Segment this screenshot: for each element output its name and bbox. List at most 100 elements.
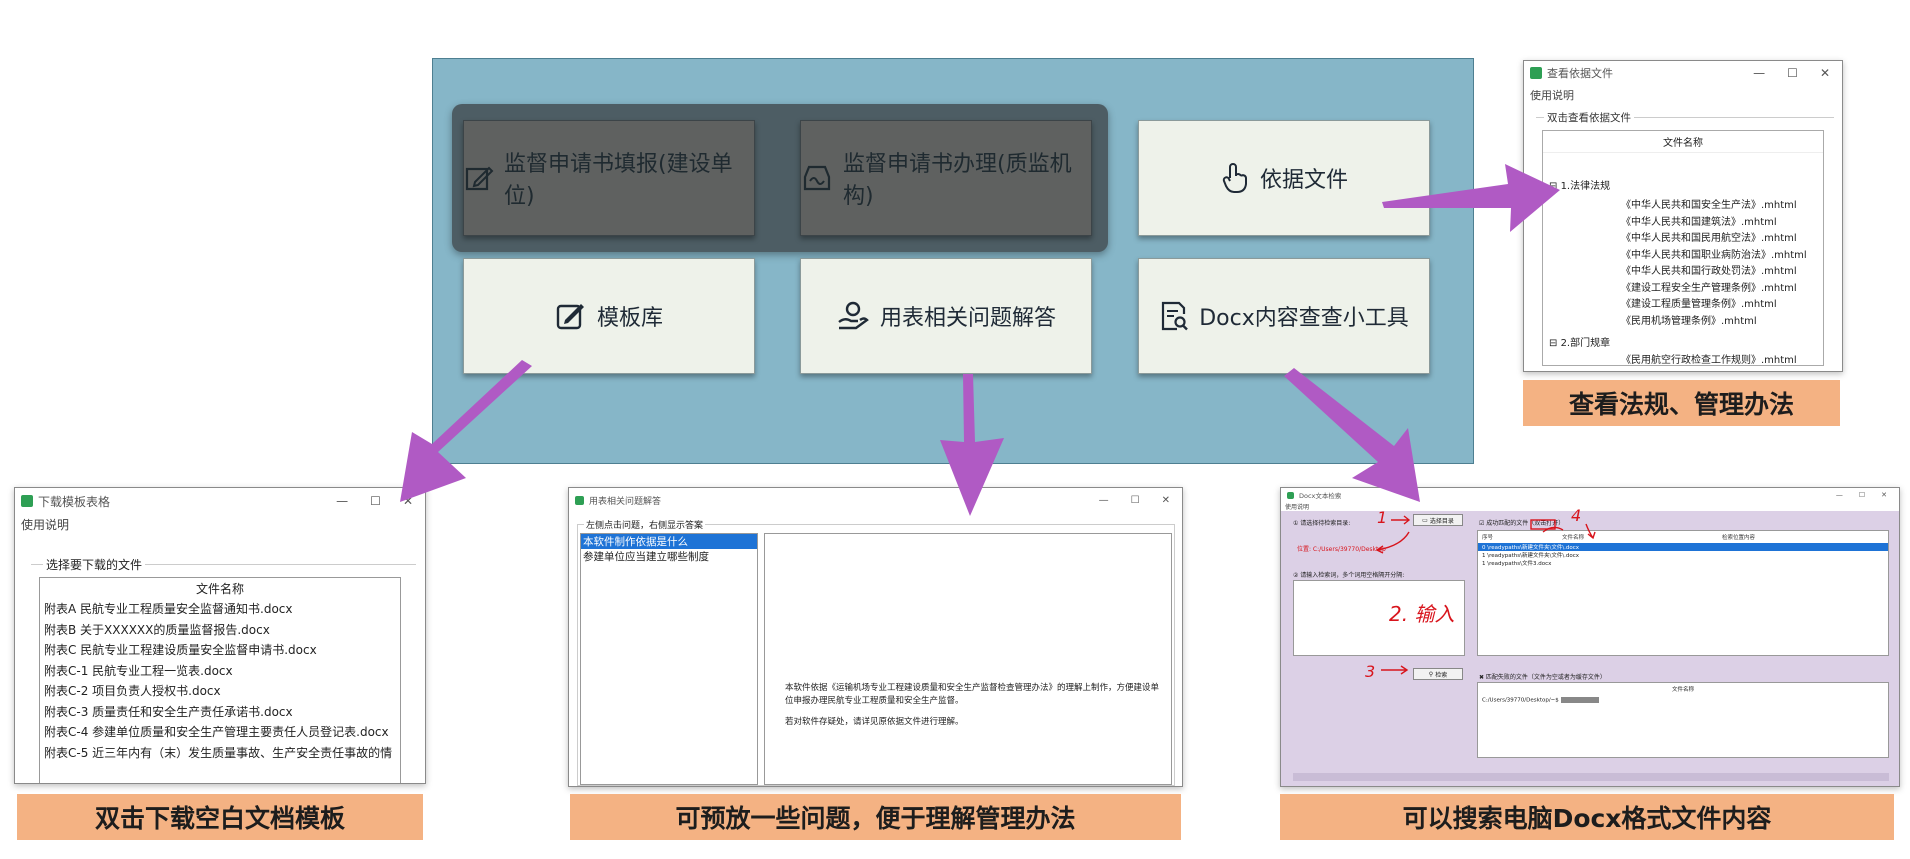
help-menu[interactable]: 使用说明	[1524, 85, 1842, 105]
redacted-block	[1560, 697, 1599, 703]
faq-group: 左侧点击问题，右侧显示答案 本软件制作依据是什么 参建单位应当建立哪些制度 本软…	[577, 518, 1175, 786]
annotation-step-4: 4	[1571, 506, 1582, 525]
template-file-item[interactable]: 附表C-3 质量责任和安全生产责任承诺书.docx	[44, 702, 400, 723]
keyword-label: ② 请输入检索词，多个词用空格隔开分隔:	[1293, 572, 1405, 579]
app-icon	[21, 495, 33, 507]
table-row[interactable]: C:/Users/39770/Desktop/~$	[1478, 695, 1888, 706]
faq-window: 用表相关问题解答 — ☐ ✕ 左侧点击问题，右侧显示答案 本软件制作依据是什么 参建…	[568, 487, 1183, 787]
unmatched-label: ✖ 匹配失败的文件（文件为空或者为缓存文件）	[1479, 674, 1606, 681]
apply-fill-label: 监督申请书填报(建设单位)	[504, 152, 733, 209]
basis-file-item[interactable]: 《民用航空行政检查工作规则》.mhtml	[1621, 353, 1823, 365]
maximize-icon[interactable]: ☐	[1787, 66, 1798, 80]
question-item[interactable]: 参建单位应当建立哪些制度	[581, 549, 757, 564]
basis-caption: 查看法规、管理办法	[1523, 380, 1840, 426]
template-items: 附表A 民航专业工程质量安全监督通知书.docx 附表B 关于XXXXXX的质量监…	[40, 599, 400, 763]
basis-group: 双击查看依据文件 文件名称 ⊟ 1.法律法规 《中华人民共和国安全生产法》.mh…	[1536, 110, 1834, 369]
template-group: 选择要下载的文件 文件名称 附表A 民航专业工程质量安全监督通知书.docx 附表…	[31, 556, 416, 783]
faq-button[interactable]: 用表相关问题解答	[800, 258, 1092, 374]
template-file-item[interactable]: 附表B 关于XXXXXX的质量监督报告.docx	[44, 620, 400, 641]
minimize-icon[interactable]: —	[1753, 66, 1765, 80]
faq-caption: 可预放一些问题，便于理解管理办法	[570, 794, 1181, 840]
close-icon[interactable]: ✕	[403, 494, 413, 508]
close-icon[interactable]: ✕	[1162, 495, 1170, 506]
maximize-icon[interactable]: ☐	[370, 494, 381, 508]
template-file-item[interactable]: 附表C-2 项目负责人授权书.docx	[44, 681, 400, 702]
folder-icon: ▭	[1422, 516, 1428, 524]
section-label: 2.部门规章	[1560, 338, 1611, 349]
answer-paragraph: 若对软件存疑处，请详见原依据文件进行理解。	[785, 717, 964, 727]
maximize-icon[interactable]: ☐	[1859, 491, 1865, 499]
basis-file-item[interactable]: 《中华人民共和国建筑法》.mhtml	[1621, 215, 1823, 232]
question-list[interactable]: 本软件制作依据是什么 参建单位应当建立哪些制度	[580, 533, 758, 785]
apply-fill-button[interactable]: 监督申请书填报(建设单位)	[463, 120, 755, 236]
basis-file-item[interactable]: 《建设工程质量管理条例》.mhtml	[1621, 297, 1823, 314]
template-file-item[interactable]: 附表C-1 民航专业工程一览表.docx	[44, 661, 400, 682]
question-item-selected[interactable]: 本软件制作依据是什么	[581, 534, 757, 549]
help-menu[interactable]: 使用说明	[15, 514, 425, 535]
minimize-icon[interactable]: —	[1099, 495, 1109, 506]
horizontal-scrollbar[interactable]	[1293, 773, 1889, 781]
window-title: 下载模板表格	[38, 494, 111, 509]
search-button[interactable]: ⚲ 检索	[1413, 668, 1463, 680]
annotation-step-3: 3	[1365, 662, 1376, 681]
table-row[interactable]: 1 \readypaths\文件3.docx	[1478, 559, 1888, 567]
column-header: 检索位置内容	[1722, 535, 1756, 541]
basis-file-item[interactable]: 《民用机场管理条例》.mhtml	[1621, 314, 1823, 331]
column-header: 文件名称	[1562, 535, 1585, 541]
path-text: 位置: C:/Users/39770/Desktop	[1297, 546, 1386, 553]
basis-file-item[interactable]: 《中华人民共和国职业病防治法》.mhtml	[1621, 248, 1823, 265]
annotation-step-1: 1	[1377, 508, 1388, 527]
search-icon: ⚲	[1428, 670, 1434, 678]
faq-label: 用表相关问题解答	[879, 306, 1056, 331]
template-file-item[interactable]: 附表A 民航专业工程质量安全监督通知书.docx	[44, 599, 400, 620]
docx-search-tool-button[interactable]: Docx内容查查小工具	[1138, 258, 1430, 374]
close-icon[interactable]: ✕	[1820, 66, 1830, 80]
window-title: 查看依据文件	[1547, 67, 1613, 80]
window-title: Docx文本检索	[1299, 492, 1342, 500]
help-hand-icon	[838, 301, 869, 330]
basis-file-item[interactable]: 《建设工程安全生产管理条例》.mhtml	[1621, 281, 1823, 298]
help-menu[interactable]: 使用说明	[1281, 502, 1899, 511]
folder-label: ① 请选择待检索目录:	[1293, 520, 1351, 527]
template-list[interactable]: 文件名称 附表A 民航专业工程质量安全监督通知书.docx 附表B 关于XXXXX…	[39, 577, 401, 783]
basis-docs-button[interactable]: 依据文件	[1138, 120, 1430, 236]
minimize-icon[interactable]: —	[1836, 491, 1843, 499]
maximize-icon[interactable]: ☐	[1131, 495, 1140, 506]
basis-file-item[interactable]: 《中华人民共和国行政处罚法》.mhtml	[1621, 264, 1823, 281]
app-icon	[575, 495, 584, 505]
group-label: 选择要下载的文件	[43, 556, 146, 573]
column-header: 文件名称	[195, 582, 244, 596]
table-row[interactable]: 1 \readypaths\新建文件夹\文件\.docx	[1478, 551, 1888, 559]
template-file-item[interactable]: 附表C-4 参建单位质量和安全生产管理主要责任人员登记表.docx	[44, 722, 400, 743]
doc-search-icon	[1162, 301, 1189, 331]
tree-section-1[interactable]: ⊟ 1.法律法规	[1543, 153, 1823, 192]
template-file-item[interactable]: 附表C 民航专业工程建设质量安全监督申请书.docx	[44, 640, 400, 661]
annotation-step-2: 2. 输入	[1389, 602, 1455, 626]
choose-folder-button[interactable]: ▭ 选择目录	[1413, 514, 1463, 526]
answer-paragraph: 本软件依据《运输机场专业工程建设质量和安全生产监督检查管理办法》的理解上制作，方…	[785, 683, 1160, 706]
column-header: 文件名称	[1543, 131, 1823, 153]
section-1-items: 《中华人民共和国安全生产法》.mhtml 《中华人民共和国建筑法》.mhtml 《中…	[1543, 192, 1823, 330]
basis-file-item[interactable]: 《中华人民共和国民用航空法》.mhtml	[1621, 231, 1823, 248]
template-library-button[interactable]: 模板库	[463, 258, 755, 374]
basis-tree[interactable]: 文件名称 ⊟ 1.法律法规 《中华人民共和国安全生产法》.mhtml 《中华人民共…	[1542, 130, 1824, 366]
apply-process-button[interactable]: 监督申请书办理(质监机构)	[800, 120, 1092, 236]
table-row-selected[interactable]: 0 \readypaths\新建文件夹\文件\.docx	[1478, 543, 1888, 551]
pointer-hand-icon	[1222, 163, 1247, 193]
docx-caption: 可以搜索电脑Docx格式文件内容	[1280, 794, 1894, 840]
tree-section-2[interactable]: ⊟ 2.部门规章	[1543, 330, 1823, 349]
basis-file-item[interactable]: 《中华人民共和国安全生产法》.mhtml	[1621, 198, 1823, 215]
close-icon[interactable]: ✕	[1881, 491, 1887, 499]
minimize-icon[interactable]: —	[336, 494, 348, 508]
app-icon	[1530, 67, 1542, 79]
docx-search-tool-label: Docx内容查查小工具	[1199, 306, 1409, 331]
apply-process-label: 监督申请书办理(质监机构)	[843, 152, 1072, 209]
app-icon	[1287, 491, 1294, 499]
template-edit-icon	[556, 304, 584, 330]
basis-docs-label: 依据文件	[1259, 168, 1348, 193]
basis-docs-window: 查看依据文件 — ☐ ✕ 使用说明 双击查看依据文件 文件名称 ⊟ 1.法律法规 《…	[1523, 60, 1843, 372]
template-file-item[interactable]: 附表C-5 近三年内有（末）发生质量事故、生产安全责任事故的情	[44, 743, 400, 764]
unmatched-table[interactable]: 文件名称 C:/Users/39770/Desktop/~$	[1477, 682, 1889, 758]
matched-table[interactable]: 序号 文件名称 检索位置内容 0 \readypaths\新建文件夹\文件\.d…	[1477, 530, 1889, 656]
edit-form-icon	[465, 166, 494, 191]
